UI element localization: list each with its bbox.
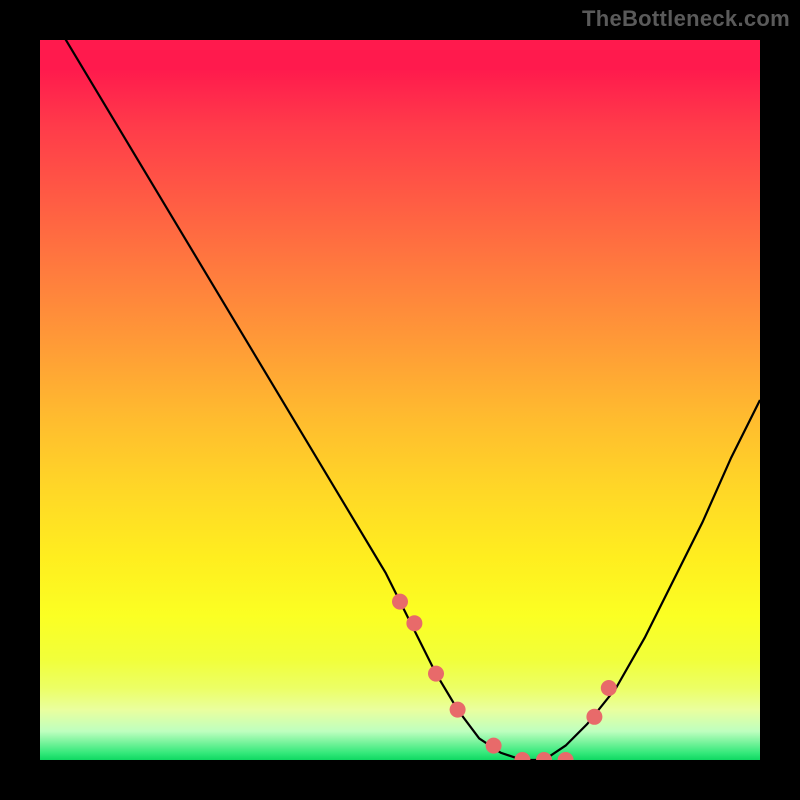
- curve-marker: [558, 752, 574, 760]
- watermark-text: TheBottleneck.com: [582, 6, 790, 32]
- curve-marker: [514, 752, 530, 760]
- marker-group: [392, 594, 617, 760]
- bottleneck-curve: [40, 40, 760, 760]
- curve-marker: [486, 738, 502, 754]
- curve-marker: [450, 702, 466, 718]
- curve-marker: [586, 709, 602, 725]
- app-frame: TheBottleneck.com: [0, 0, 800, 800]
- bottleneck-curve-svg: [40, 40, 760, 760]
- curve-marker: [392, 594, 408, 610]
- curve-marker: [536, 752, 552, 760]
- curve-marker: [428, 666, 444, 682]
- curve-marker: [601, 680, 617, 696]
- plot-area: [40, 40, 760, 760]
- curve-marker: [406, 615, 422, 631]
